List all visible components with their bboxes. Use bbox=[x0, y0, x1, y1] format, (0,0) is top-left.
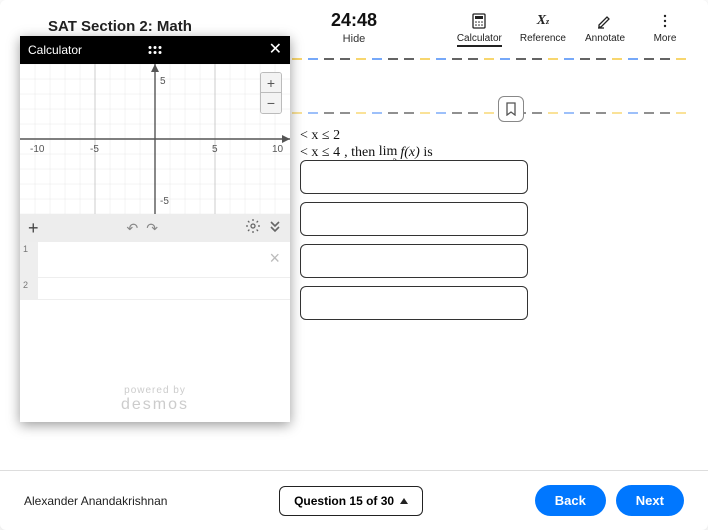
answer-option[interactable] bbox=[300, 202, 528, 236]
reference-tool[interactable]: Xz Reference bbox=[520, 12, 566, 44]
desmos-credit: powered by desmos bbox=[20, 385, 290, 414]
calculator-titlebar[interactable]: Calculator ✕ bbox=[20, 36, 290, 64]
reference-icon: Xz bbox=[534, 12, 552, 30]
undo-button[interactable]: ↶ bbox=[127, 220, 139, 237]
graph-area[interactable]: -10 -5 5 10 5 -5 + − bbox=[20, 64, 290, 214]
reference-tool-label: Reference bbox=[520, 33, 566, 44]
answer-list bbox=[300, 160, 528, 320]
calculator-icon bbox=[470, 12, 488, 30]
close-icon[interactable]: ✕ bbox=[269, 42, 282, 58]
more-tool-label: More bbox=[654, 33, 677, 44]
next-button[interactable]: Next bbox=[616, 485, 684, 516]
more-tool[interactable]: More bbox=[644, 12, 686, 44]
axis-label: -10 bbox=[30, 144, 45, 155]
drag-handle-icon[interactable] bbox=[149, 46, 162, 54]
expression-index: 1 bbox=[20, 242, 38, 277]
question-nav-button[interactable]: Question 15 of 30 bbox=[279, 486, 423, 516]
zoom-in-button[interactable]: + bbox=[261, 73, 281, 93]
svg-text:5: 5 bbox=[160, 76, 166, 87]
svg-text:5: 5 bbox=[212, 144, 218, 155]
question-nav-label: Question 15 of 30 bbox=[294, 494, 394, 508]
back-button[interactable]: Back bbox=[535, 485, 606, 516]
collapse-icon[interactable] bbox=[268, 219, 282, 238]
more-icon bbox=[656, 12, 674, 30]
answer-option[interactable] bbox=[300, 244, 528, 278]
calculator-panel: Calculator ✕ bbox=[20, 36, 290, 422]
clear-expression-icon[interactable]: × bbox=[269, 248, 280, 269]
expression-index: 2 bbox=[20, 278, 38, 299]
calculator-toolbar: + ↶ ↷ bbox=[20, 214, 290, 242]
answer-option[interactable] bbox=[300, 286, 528, 320]
expression-list: 1 × 2 powered by desmos bbox=[20, 242, 290, 422]
calculator-tool[interactable]: Calculator bbox=[457, 12, 502, 47]
timer: 24:48 bbox=[331, 10, 377, 31]
expression-row[interactable]: 2 bbox=[20, 278, 290, 300]
chevron-up-icon bbox=[400, 498, 408, 504]
answer-option[interactable] bbox=[300, 160, 528, 194]
svg-text:10: 10 bbox=[272, 144, 284, 155]
svg-text:-5: -5 bbox=[90, 144, 99, 155]
bookmark-button[interactable] bbox=[498, 96, 524, 122]
expression-row[interactable]: 1 × bbox=[20, 242, 290, 278]
svg-text:-5: -5 bbox=[160, 196, 169, 207]
settings-icon[interactable] bbox=[246, 219, 260, 238]
annotate-tool-label: Annotate bbox=[585, 33, 625, 44]
bookmark-icon bbox=[504, 102, 518, 116]
zoom-out-button[interactable]: − bbox=[261, 93, 281, 113]
redo-button[interactable]: ↷ bbox=[146, 220, 158, 237]
student-name: Alexander Anandakrishnan bbox=[24, 494, 167, 508]
section-title: SAT Section 2: Math bbox=[48, 18, 192, 35]
annotate-tool[interactable]: Annotate bbox=[584, 12, 626, 44]
add-expression-button[interactable]: + bbox=[28, 218, 39, 239]
annotate-icon bbox=[596, 12, 614, 30]
calculator-tool-label: Calculator bbox=[457, 33, 502, 47]
hide-timer-button[interactable]: Hide bbox=[331, 33, 377, 45]
